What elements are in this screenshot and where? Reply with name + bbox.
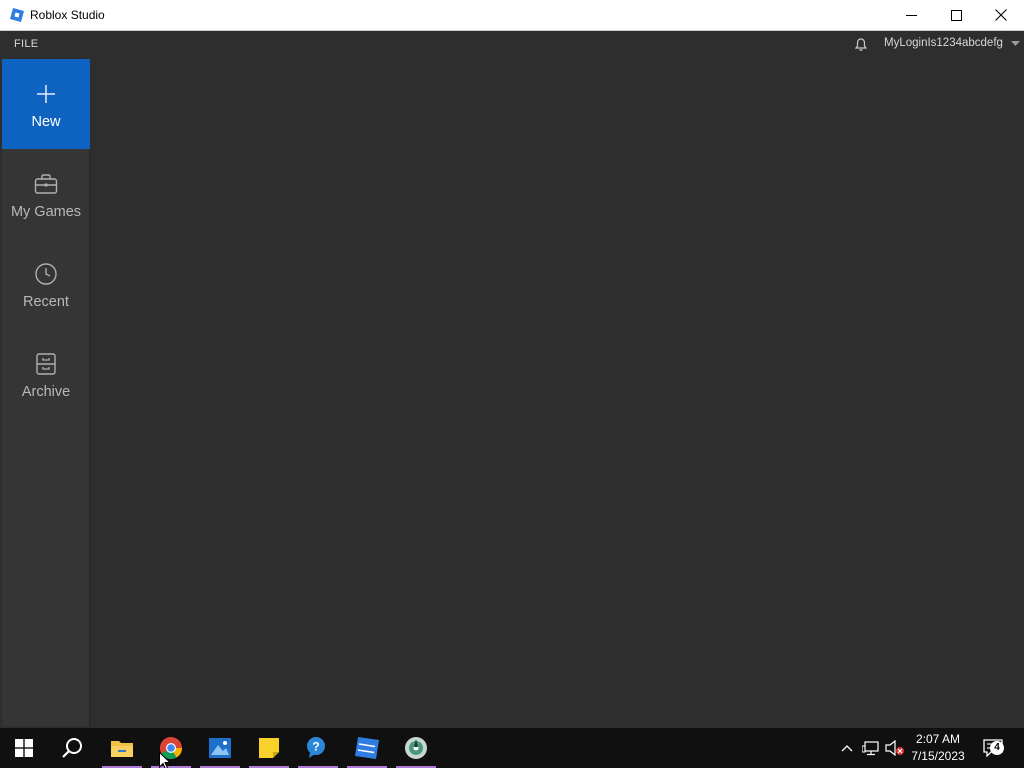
clock-date: 7/15/2023 bbox=[911, 749, 965, 763]
taskbar-sticky-notes[interactable] bbox=[245, 728, 293, 768]
taskbar: ? 2:07 AM 7/15/2023 4 bbox=[0, 728, 1024, 768]
chevron-up-icon bbox=[841, 745, 853, 752]
sidebar-item-label: Recent bbox=[23, 294, 69, 310]
minimize-icon bbox=[905, 14, 917, 16]
plus-icon bbox=[34, 82, 58, 106]
minimize-button[interactable] bbox=[888, 0, 934, 30]
file-explorer-icon bbox=[111, 741, 133, 757]
taskbar-file-explorer[interactable] bbox=[98, 728, 146, 768]
taskbar-roblox-studio[interactable] bbox=[343, 728, 391, 768]
maximize-button[interactable] bbox=[933, 0, 979, 30]
sticky-notes-icon bbox=[259, 738, 279, 758]
sidebar-item-new[interactable]: New bbox=[2, 59, 90, 149]
archive-icon bbox=[34, 352, 58, 376]
notification-count-badge: 4 bbox=[990, 741, 1004, 755]
sidebar-item-label: New bbox=[31, 114, 61, 130]
taskbar-photos[interactable] bbox=[196, 728, 244, 768]
disc-app-icon bbox=[405, 737, 427, 759]
main-content-area bbox=[91, 59, 1024, 726]
network-tray-button[interactable] bbox=[860, 728, 882, 768]
close-button[interactable] bbox=[978, 0, 1024, 30]
search-icon bbox=[62, 738, 82, 758]
mouse-cursor-icon bbox=[159, 752, 171, 768]
file-menu[interactable]: FILE bbox=[14, 38, 38, 50]
taskbar-get-help[interactable]: ? bbox=[294, 728, 342, 768]
sidebar-item-recent[interactable]: Recent bbox=[2, 239, 90, 329]
taskbar-chrome[interactable] bbox=[147, 728, 195, 768]
close-icon bbox=[995, 9, 1007, 21]
menu-bar: FILE MyLoginIs1234abcdefg bbox=[0, 31, 1024, 59]
roblox-studio-logo-icon bbox=[10, 8, 24, 22]
show-hidden-icons-button[interactable] bbox=[838, 728, 856, 768]
taskbar-clock[interactable]: 2:07 AM 7/15/2023 bbox=[906, 731, 970, 765]
network-icon bbox=[862, 741, 879, 756]
username-label[interactable]: MyLoginIs1234abcdefg bbox=[884, 37, 1003, 49]
taskbar-disc-app[interactable] bbox=[392, 728, 440, 768]
maximize-icon bbox=[950, 9, 962, 21]
clock-time: 2:07 AM bbox=[915, 732, 961, 746]
start-icon bbox=[15, 739, 33, 757]
briefcase-icon bbox=[34, 172, 58, 196]
search-button[interactable] bbox=[48, 728, 96, 768]
svg-text:?: ? bbox=[312, 740, 319, 754]
window-title: Roblox Studio bbox=[30, 8, 105, 22]
volume-muted-icon bbox=[885, 740, 904, 756]
sidebar-item-my-games[interactable]: My Games bbox=[2, 149, 90, 239]
roblox-studio-icon bbox=[355, 737, 379, 759]
help-icon: ? bbox=[307, 737, 325, 758]
photos-icon bbox=[209, 738, 231, 758]
chevron-down-icon[interactable] bbox=[1011, 41, 1020, 47]
sidebar-item-label: My Games bbox=[10, 204, 82, 220]
sidebar: New My Games Recent Archive bbox=[2, 59, 90, 726]
start-button[interactable] bbox=[0, 728, 48, 768]
volume-tray-button[interactable] bbox=[884, 728, 906, 768]
clock-icon bbox=[34, 262, 58, 286]
sidebar-item-label: Archive bbox=[21, 384, 71, 400]
sidebar-item-archive[interactable]: Archive bbox=[2, 329, 90, 419]
title-bar: Roblox Studio bbox=[0, 0, 1024, 31]
bell-icon[interactable] bbox=[853, 37, 869, 53]
